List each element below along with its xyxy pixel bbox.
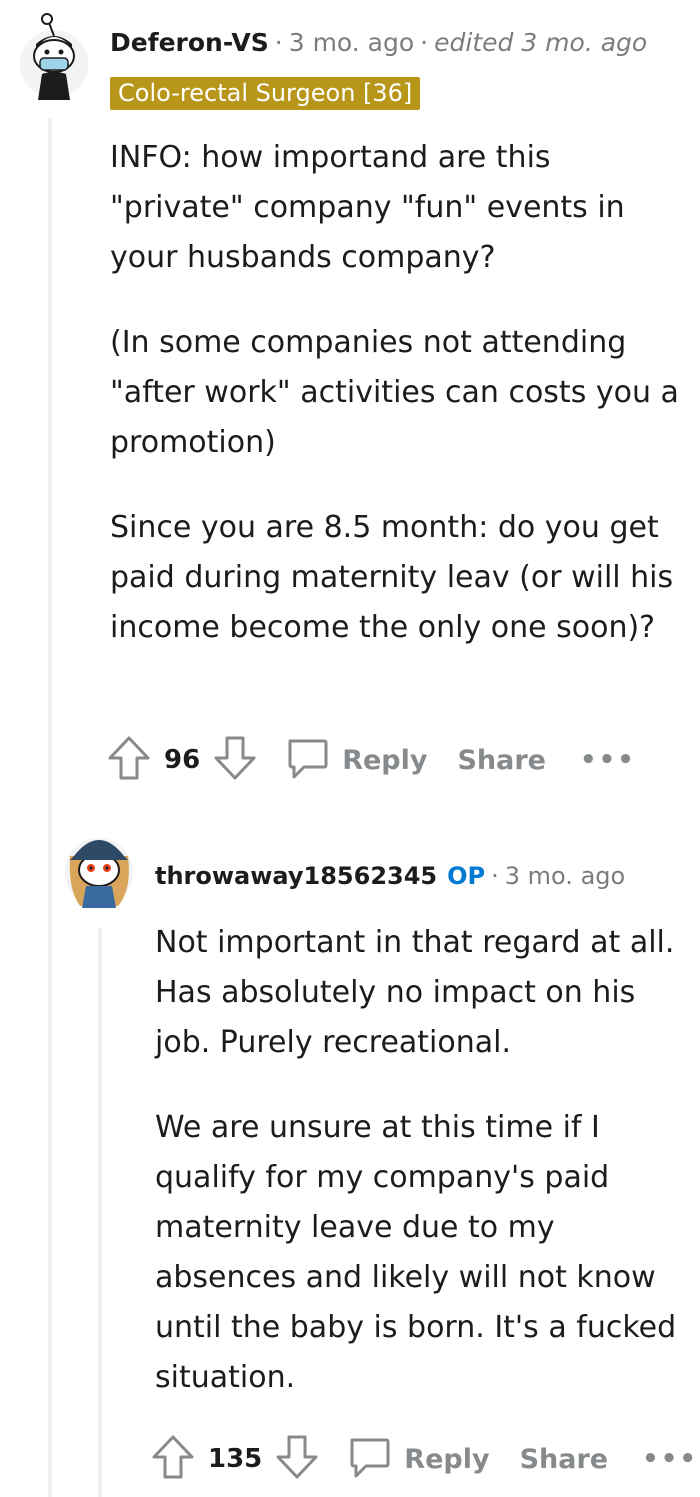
comment-actions: 135 Reply Share ••• <box>150 1433 698 1485</box>
comment-paragraph: Since you are 8.5 month: do you get paid… <box>110 510 674 645</box>
more-icon[interactable]: ••• <box>580 745 636 775</box>
timestamp[interactable]: 3 mo. ago <box>505 862 625 890</box>
separator-dot: · <box>274 28 283 57</box>
author-name[interactable]: Deferon-VS <box>110 28 269 57</box>
reply-button[interactable]: Reply <box>404 1444 489 1475</box>
share-button[interactable]: Share <box>520 1444 609 1475</box>
comment-paragraph: INFO: how importand are this "private" c… <box>110 140 625 275</box>
comment-paragraph: Not important in that regard at all. Has… <box>155 925 675 1060</box>
comment-paragraph: We are unsure at this time if I qualify … <box>155 1110 677 1395</box>
upvote-icon[interactable] <box>106 734 152 786</box>
edited-timestamp: edited 3 mo. ago <box>434 28 648 57</box>
thread-line-2[interactable] <box>98 928 102 1497</box>
user-flair: Colo-rectal Surgeon [36] <box>110 77 421 110</box>
timestamp[interactable]: 3 mo. ago <box>289 28 414 57</box>
avatar[interactable] <box>18 12 90 104</box>
comment-body: Not important in that regard at all. Has… <box>155 918 690 1403</box>
downvote-icon[interactable] <box>274 1433 320 1485</box>
vote-count: 96 <box>164 745 201 775</box>
comment-body: INFO: how importand are this "private" c… <box>110 133 690 653</box>
comment-meta: throwaway18562345 OP · 3 mo. ago <box>155 862 625 890</box>
avatar[interactable] <box>62 820 136 912</box>
op-badge: OP <box>447 862 486 890</box>
separator-dot: · <box>420 28 429 57</box>
share-button[interactable]: Share <box>457 745 546 776</box>
reply-icon[interactable] <box>346 1434 392 1484</box>
reply-icon[interactable] <box>284 735 330 785</box>
reply-button[interactable]: Reply <box>342 745 427 776</box>
downvote-icon[interactable] <box>212 734 258 786</box>
comment-paragraph: (In some companies not attending "after … <box>110 325 679 460</box>
separator-dot: · <box>491 862 499 890</box>
more-icon[interactable]: ••• <box>642 1444 698 1474</box>
comment-meta: Deferon-VS · 3 mo. ago · edited 3 mo. ag… <box>110 28 647 57</box>
comment-actions: 96 Reply Share ••• <box>106 734 636 786</box>
upvote-icon[interactable] <box>150 1433 196 1485</box>
author-name[interactable]: throwaway18562345 <box>155 862 437 890</box>
vote-count: 135 <box>208 1444 263 1474</box>
thread-line-1[interactable] <box>48 118 52 1497</box>
